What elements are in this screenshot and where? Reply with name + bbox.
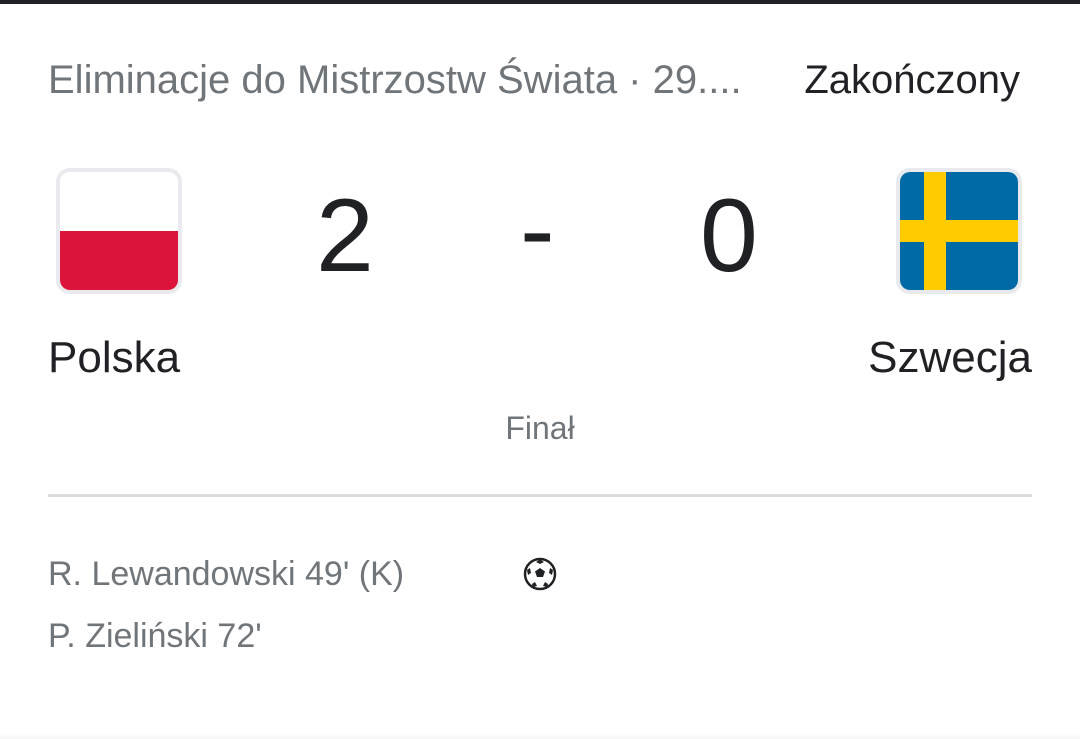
- poland-flag-icon[interactable]: [56, 168, 182, 294]
- soccer-ball-icon: [523, 557, 557, 591]
- competition-title[interactable]: Eliminacje do Mistrzostw Świata · 29....: [48, 56, 778, 104]
- away-team-name[interactable]: Szwecja: [868, 330, 1032, 386]
- away-score: 0: [700, 178, 758, 294]
- section-divider: [48, 494, 1032, 497]
- match-state-label: Finał: [505, 410, 575, 446]
- match-status: Zakończony: [804, 58, 1020, 102]
- home-team-name[interactable]: Polska: [48, 330, 180, 386]
- home-score: 2: [316, 178, 374, 294]
- goal-scorer: R. Lewandowski 49' (K): [48, 555, 405, 593]
- match-card[interactable]: Eliminacje do Mistrzostw Świata · 29....…: [0, 0, 1080, 739]
- top-divider: [0, 0, 1080, 4]
- bottom-edge: [0, 733, 1080, 739]
- goal-scorer: P. Zieliński 72': [48, 617, 262, 655]
- sweden-flag-icon[interactable]: [896, 168, 1022, 294]
- score-separator: -: [520, 172, 555, 288]
